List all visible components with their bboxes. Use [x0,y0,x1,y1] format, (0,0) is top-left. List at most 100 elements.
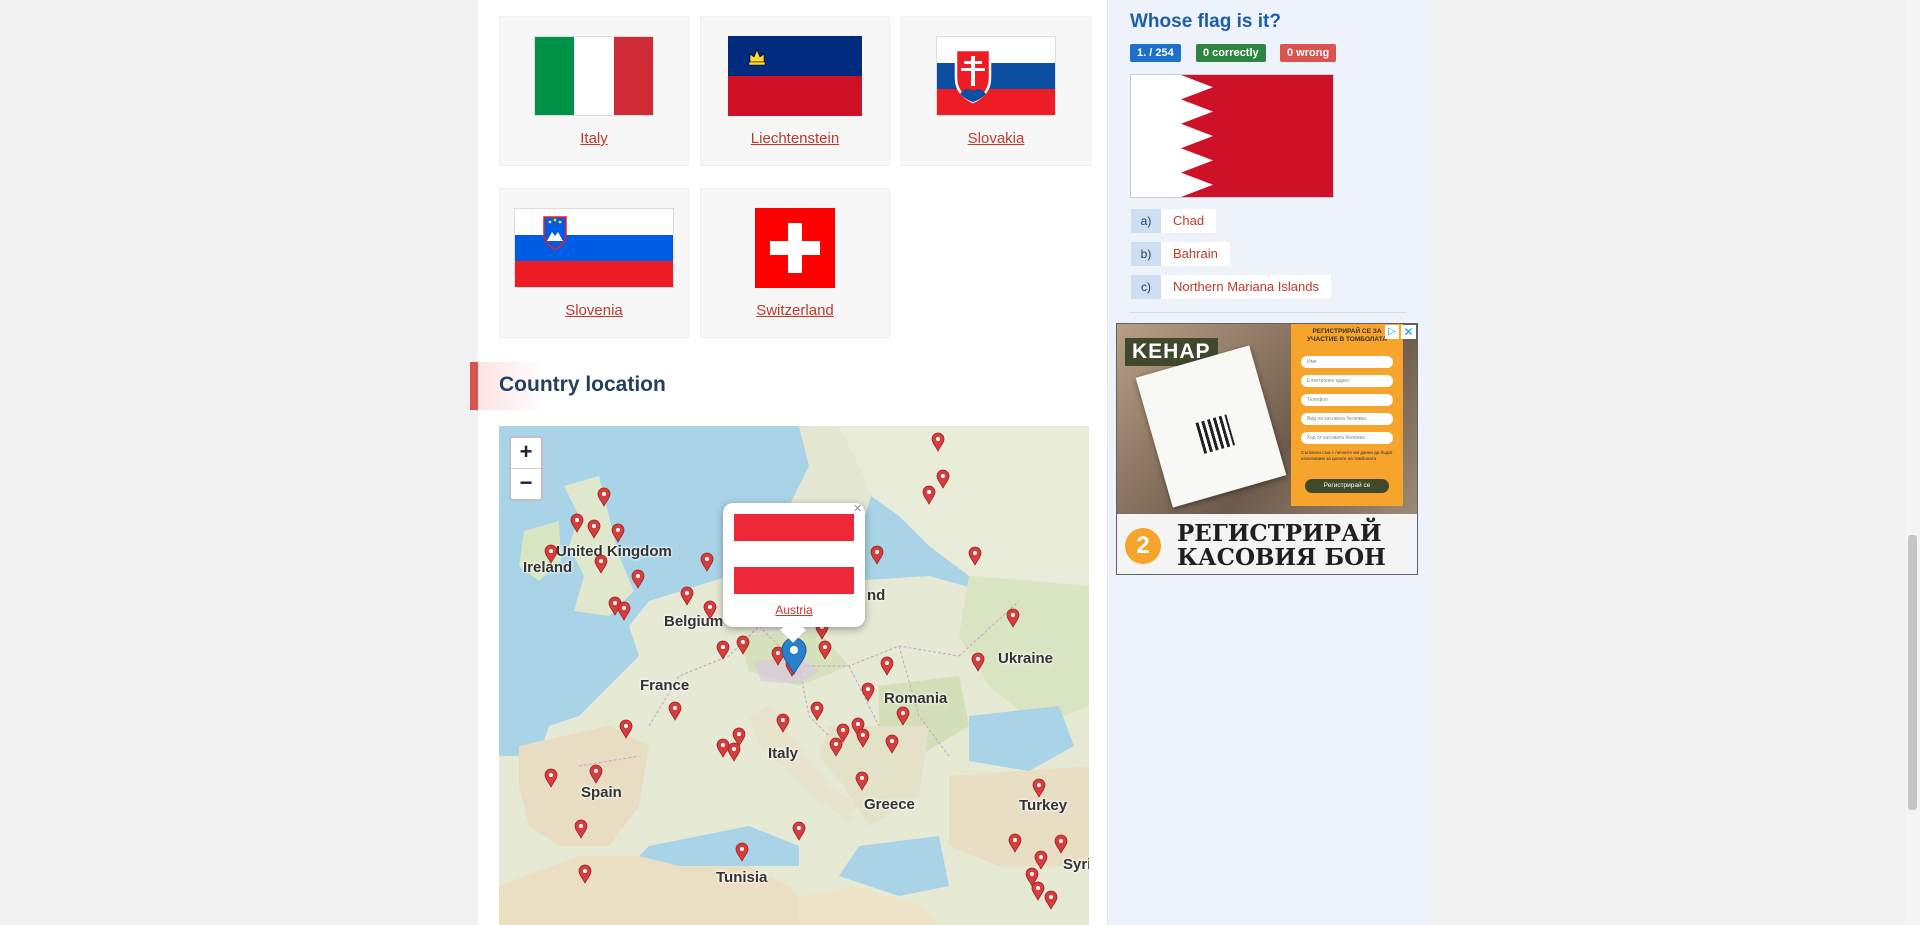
location-marker[interactable] [968,546,982,566]
location-marker[interactable] [776,713,790,733]
flag-card-switzerland[interactable]: Switzerland [700,188,890,338]
location-marker[interactable] [885,734,899,754]
location-marker[interactable] [570,513,584,533]
location-marker[interactable] [631,569,645,589]
location-marker[interactable] [1054,834,1068,854]
ad-qr-code [1195,414,1236,454]
flag-name-slovenia[interactable]: Slovenia [500,302,688,319]
location-marker[interactable] [1008,833,1022,853]
location-marker[interactable] [829,737,843,757]
flag-card-slovenia[interactable]: Slovenia [499,188,689,338]
location-marker[interactable] [971,652,985,672]
location-marker[interactable] [1031,881,1045,901]
location-marker[interactable] [727,742,741,762]
location-marker[interactable] [594,554,608,574]
location-marker[interactable] [589,764,603,784]
location-marker[interactable] [544,544,558,564]
flag-name-switzerland[interactable]: Switzerland [701,302,889,319]
ad-choices-icon[interactable]: ▷ [1385,325,1399,339]
location-marker[interactable] [716,640,730,660]
location-marker[interactable] [617,601,631,621]
flag-card-liechtenstein[interactable]: Liechtenstein [700,16,890,166]
ad-headline: РЕГИСТРИРАЙ КАСОВИЯ БОН [1177,522,1386,570]
ad-step-number: 2 [1125,528,1161,564]
location-marker[interactable] [870,545,884,565]
ad-form-field: Вид на касовата бележка [1301,413,1393,425]
slovenia-flag [514,208,674,288]
section-title: Country location [499,373,666,396]
popup-country-link[interactable]: Austria [723,603,865,617]
location-marker[interactable] [1032,778,1046,798]
selected-location-marker[interactable] [781,637,807,676]
answer-letter: c) [1131,275,1161,299]
location-marker[interactable] [922,485,936,505]
location-marker[interactable] [810,701,824,721]
location-marker[interactable] [544,768,558,788]
question-counter-badge: 1. / 254 [1130,44,1181,62]
sidebar-divider [1130,312,1406,313]
ad-form-panel: РЕГИСТРИРАЙ СЕ ЗА УЧАСТИЕ В ТОМБОЛАТА Им… [1291,324,1403,506]
location-marker[interactable] [1034,850,1048,870]
ad-form-field: Име [1301,356,1393,368]
location-marker[interactable] [931,432,945,452]
location-marker[interactable] [716,738,730,758]
answer-letter: b) [1131,242,1161,266]
location-marker[interactable] [700,552,714,572]
slovakia-flag [936,36,1056,116]
flag-name-italy[interactable]: Italy [500,130,688,147]
location-marker[interactable] [703,600,717,620]
answer-text[interactable]: Northern Mariana Islands [1161,275,1331,299]
location-marker[interactable] [578,864,592,884]
location-marker[interactable] [619,719,633,739]
location-marker[interactable] [855,771,869,791]
location-marker[interactable] [735,842,749,862]
correct-count-badge: 0 correctly [1196,44,1266,62]
liechtenstein-flag [728,36,862,116]
quiz-flag-image [1130,74,1334,198]
location-marker[interactable] [680,586,694,606]
page-scrollbar[interactable] [1906,0,1920,925]
quiz-title: Whose flag is it? [1130,11,1281,32]
location-marker[interactable] [856,728,870,748]
country-map[interactable]: + − United Kingdom Ireland Belgium nd Fr… [499,426,1089,925]
country-location-heading: Country location [470,362,1090,410]
ad-form-field: Електронен адрес [1301,375,1393,387]
scrollbar-thumb[interactable] [1908,535,1917,810]
location-marker[interactable] [736,635,750,655]
advertisement-banner[interactable]: KEHAP РЕГИСТРИРАЙ СЕ ЗА УЧАСТИЕ В ТОМБОЛ… [1116,323,1418,575]
location-marker[interactable] [818,640,832,660]
location-marker[interactable] [792,821,806,841]
location-marker[interactable] [896,706,910,726]
wrong-count-badge: 0 wrong [1280,44,1337,62]
bahrain-flag [1131,75,1333,197]
popup-close-button[interactable]: × [853,500,862,517]
flag-name-liechtenstein[interactable]: Liechtenstein [701,130,889,147]
answer-text[interactable]: Chad [1161,209,1217,233]
ad-submit-button[interactable]: Регистрирай се [1305,479,1389,493]
flag-card-slovakia[interactable]: Slovakia [901,16,1091,166]
switzerland-flag [755,208,835,288]
answer-text[interactable]: Bahrain [1161,242,1230,266]
location-marker[interactable] [936,469,950,489]
location-marker[interactable] [861,682,875,702]
location-marker[interactable] [611,523,625,543]
answer-letter: a) [1131,209,1161,233]
ad-consent-text: Съгласен съм с личните ми данни да бъдат… [1301,450,1393,461]
location-marker[interactable] [587,519,601,539]
heading-accent-bar [470,362,478,410]
map-popup: × Austria [723,500,865,643]
location-marker[interactable] [880,656,894,676]
flag-card-italy[interactable]: Italy [499,16,689,166]
location-marker[interactable] [1044,890,1058,910]
location-marker[interactable] [668,701,682,721]
marker-layer [544,432,1068,910]
ad-headline-line-2: КАСОВИЯ БОН [1177,544,1386,571]
ad-headline-line-1: РЕГИСТРИРАЙ [1177,520,1382,547]
ad-form-field: Код от касовата бележка [1301,432,1393,444]
location-marker[interactable] [574,819,588,839]
flag-name-slovakia[interactable]: Slovakia [902,130,1090,147]
location-marker[interactable] [1006,608,1020,628]
ad-form-field: Телефон [1301,394,1393,406]
ad-close-icon[interactable]: ✕ [1401,325,1416,339]
location-marker[interactable] [597,487,611,507]
